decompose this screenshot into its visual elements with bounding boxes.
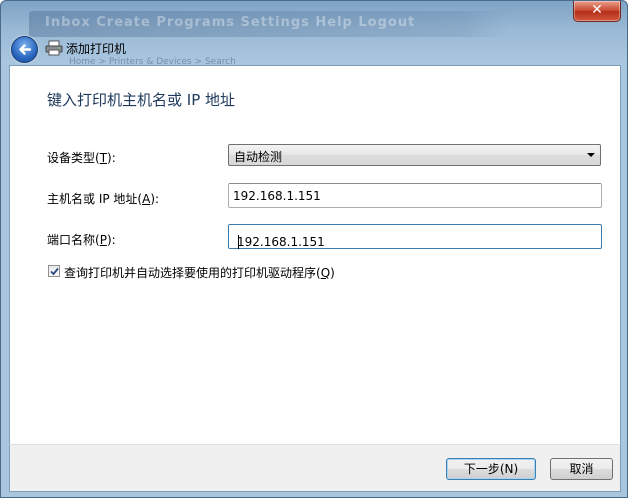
printer-icon xyxy=(45,40,63,56)
navigation-bar: 添加打印机 Home > Printers & Devices > Search xyxy=(9,35,619,67)
query-driver-label[interactable]: 查询打印机并自动选择要使用的打印机驱动程序(Q) xyxy=(64,264,335,281)
checkmark-icon xyxy=(50,267,59,276)
background-menu-text: Inbox Create Programs Settings Help Logo… xyxy=(45,15,416,30)
close-button[interactable]: ✕ xyxy=(573,1,621,22)
device-type-dropdown[interactable]: 自动检测 xyxy=(228,144,601,166)
port-name-label: 端口名称(P): xyxy=(47,233,116,247)
hostname-label: 主机名或 IP 地址(A): xyxy=(47,192,160,206)
back-arrow-icon xyxy=(19,44,32,55)
add-printer-window: Inbox Create Programs Settings Help Logo… xyxy=(0,0,628,498)
dropdown-arrow-icon xyxy=(587,153,595,157)
text-caret xyxy=(238,235,239,249)
cancel-button[interactable]: 取消 xyxy=(550,458,613,480)
close-icon: ✕ xyxy=(591,2,603,18)
next-button[interactable]: 下一步(N) xyxy=(446,458,536,480)
hostname-value: 192.168.1.151 xyxy=(233,189,321,203)
page-heading: 键入打印机主机名或 IP 地址 xyxy=(47,91,236,109)
port-name-input[interactable]: 192.168.1.151 xyxy=(228,224,602,249)
device-type-label: 设备类型(T): xyxy=(47,151,116,165)
query-driver-checkbox[interactable] xyxy=(48,265,60,277)
device-type-value: 自动检测 xyxy=(234,150,283,164)
wizard-content: 键入打印机主机名或 IP 地址 设备类型(T): 自动检测 主机名或 IP 地址… xyxy=(9,65,621,445)
wizard-footer: 下一步(N) 取消 xyxy=(9,444,621,492)
back-button[interactable] xyxy=(11,36,38,63)
hostname-input[interactable]: 192.168.1.151 xyxy=(228,183,602,208)
window-title: 添加打印机 xyxy=(66,42,127,56)
